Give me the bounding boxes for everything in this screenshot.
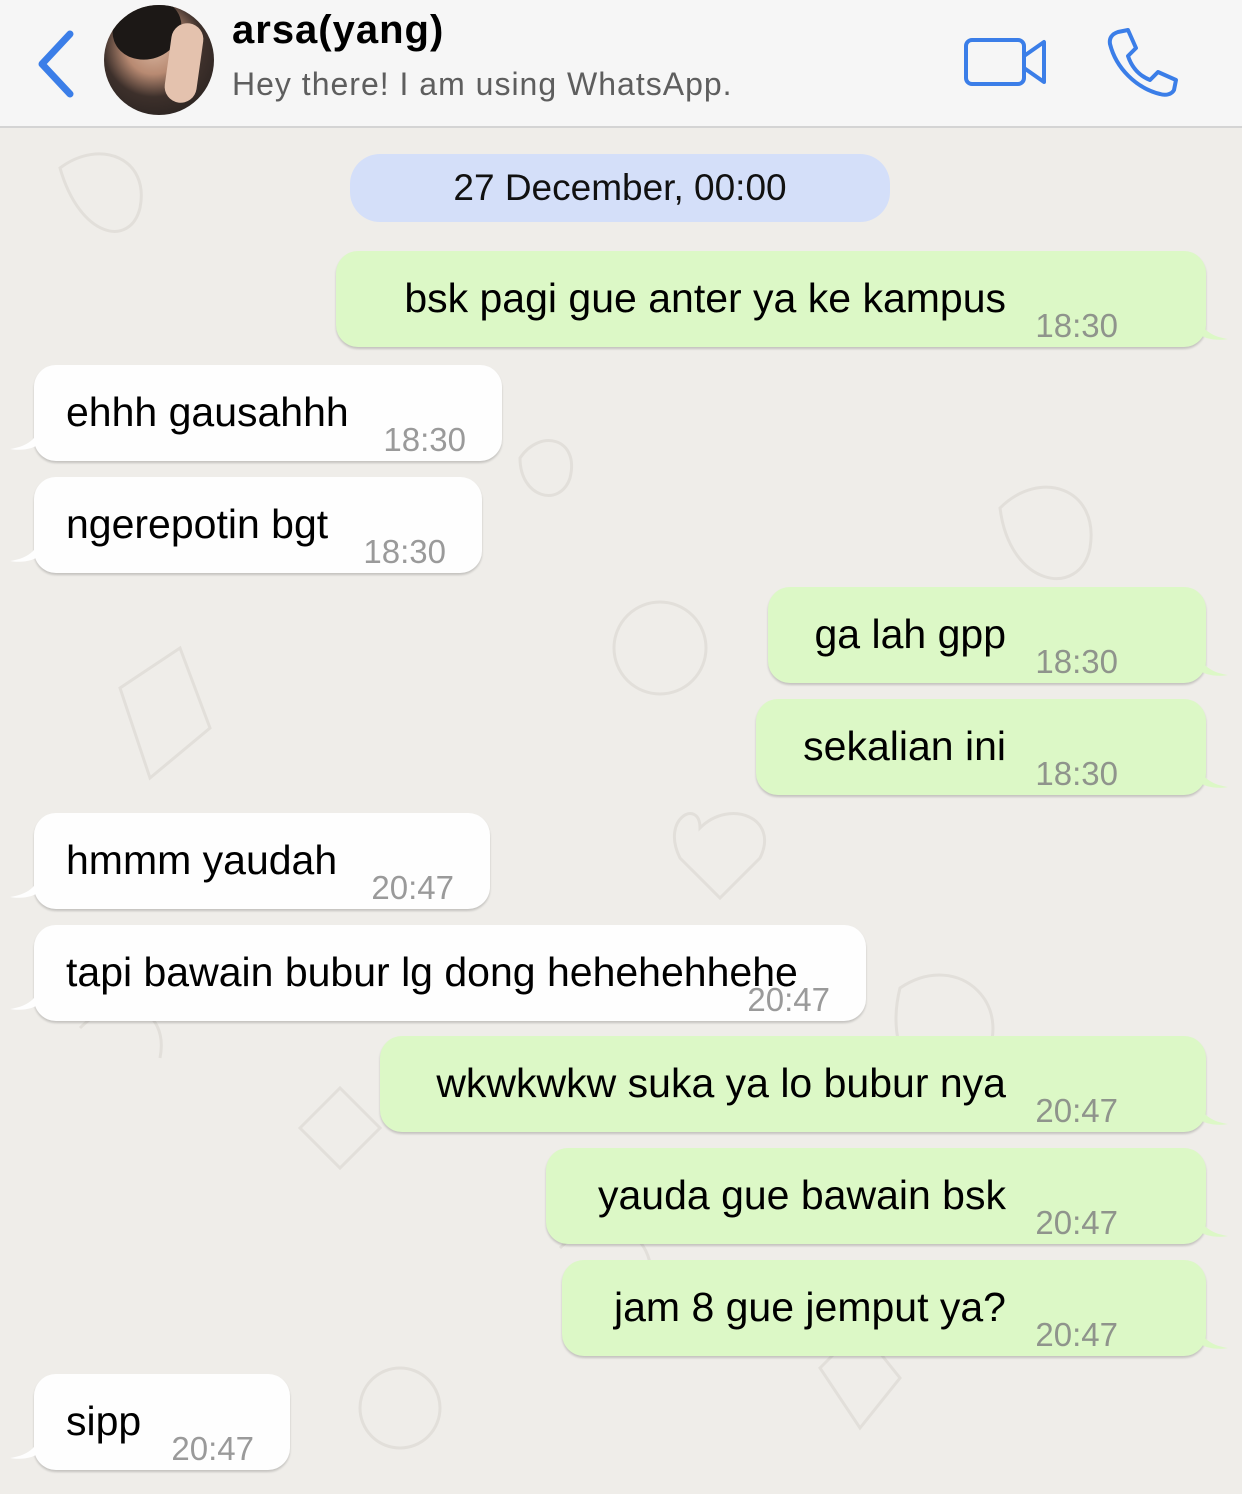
chevron-left-icon[interactable] (30, 28, 86, 100)
message-text: yauda gue bawain bsk (597, 1172, 1006, 1218)
message-incoming[interactable]: ehhh gausahhh 18:30 (10, 365, 502, 461)
message-time: 20:47 (747, 981, 830, 1018)
message-time: 18:30 (1035, 307, 1118, 344)
message-text: tapi bawain bubur lg dong hehehehhehe (66, 949, 798, 995)
bubble-tail (1198, 1326, 1228, 1349)
message-time: 20:47 (1035, 1204, 1118, 1241)
message-incoming[interactable]: hmmm yaudah 20:47 (10, 813, 490, 909)
message-text: sekalian ini (803, 723, 1006, 769)
message-text: ngerepotin bgt (66, 501, 329, 547)
message-text: ehhh gausahhh (66, 389, 349, 435)
message-time: 20:47 (1035, 1316, 1118, 1353)
bubble-tail (1198, 653, 1228, 676)
contact-name[interactable]: arsa(yang) (232, 8, 444, 53)
bubble-tail (1198, 317, 1228, 340)
bubble-tail (10, 875, 40, 898)
bubble-tail (10, 987, 40, 1010)
bubble-tail (10, 539, 40, 562)
message-text: ga lah gpp (814, 611, 1006, 657)
bubble-tail (1198, 1214, 1228, 1237)
message-time: 20:47 (371, 869, 454, 906)
chat-header: arsa(yang) Hey there! I am using WhatsAp… (0, 0, 1242, 128)
message-text: sipp (66, 1398, 142, 1444)
video-camera-icon[interactable] (962, 34, 1048, 90)
message-incoming[interactable]: ngerepotin bgt 18:30 (10, 477, 482, 573)
message-time: 18:30 (1035, 755, 1118, 792)
message-outgoing[interactable]: ga lah gpp 18:30 (768, 587, 1228, 683)
message-time: 18:30 (1035, 643, 1118, 680)
message-time: 20:47 (171, 1430, 254, 1467)
message-text: hmmm yaudah (66, 837, 338, 883)
message-outgoing[interactable]: sekalian ini 18:30 (756, 699, 1228, 795)
message-outgoing[interactable]: yauda gue bawain bsk 20:47 (546, 1148, 1228, 1244)
bubble-tail (10, 1436, 40, 1459)
bubble-tail (1198, 765, 1228, 788)
date-separator: 27 December, 00:00 (350, 154, 890, 222)
message-incoming[interactable]: tapi bawain bubur lg dong hehehehhehe 20… (10, 925, 866, 1021)
message-outgoing[interactable]: wkwkwkw suka ya lo bubur nya 20:47 (380, 1036, 1228, 1132)
chat-area[interactable]: 27 December, 00:00 bsk pagi gue anter ya… (0, 128, 1242, 1494)
message-outgoing[interactable]: bsk pagi gue anter ya ke kampus 18:30 (336, 251, 1228, 347)
phone-icon[interactable] (1104, 26, 1180, 98)
message-incoming[interactable]: sipp 20:47 (10, 1374, 290, 1470)
contact-status: Hey there! I am using WhatsApp. (232, 66, 733, 102)
bubble-tail (10, 427, 40, 450)
bubble-tail (1198, 1102, 1228, 1125)
message-text: wkwkwkw suka ya lo bubur nya (436, 1060, 1006, 1106)
message-time: 18:30 (383, 421, 466, 458)
message-outgoing[interactable]: jam 8 gue jemput ya? 20:47 (562, 1260, 1228, 1356)
message-time: 20:47 (1035, 1092, 1118, 1129)
message-text: bsk pagi gue anter ya ke kampus (404, 275, 1006, 321)
message-time: 18:30 (363, 533, 446, 570)
message-text: jam 8 gue jemput ya? (613, 1284, 1006, 1330)
avatar[interactable] (104, 5, 214, 115)
